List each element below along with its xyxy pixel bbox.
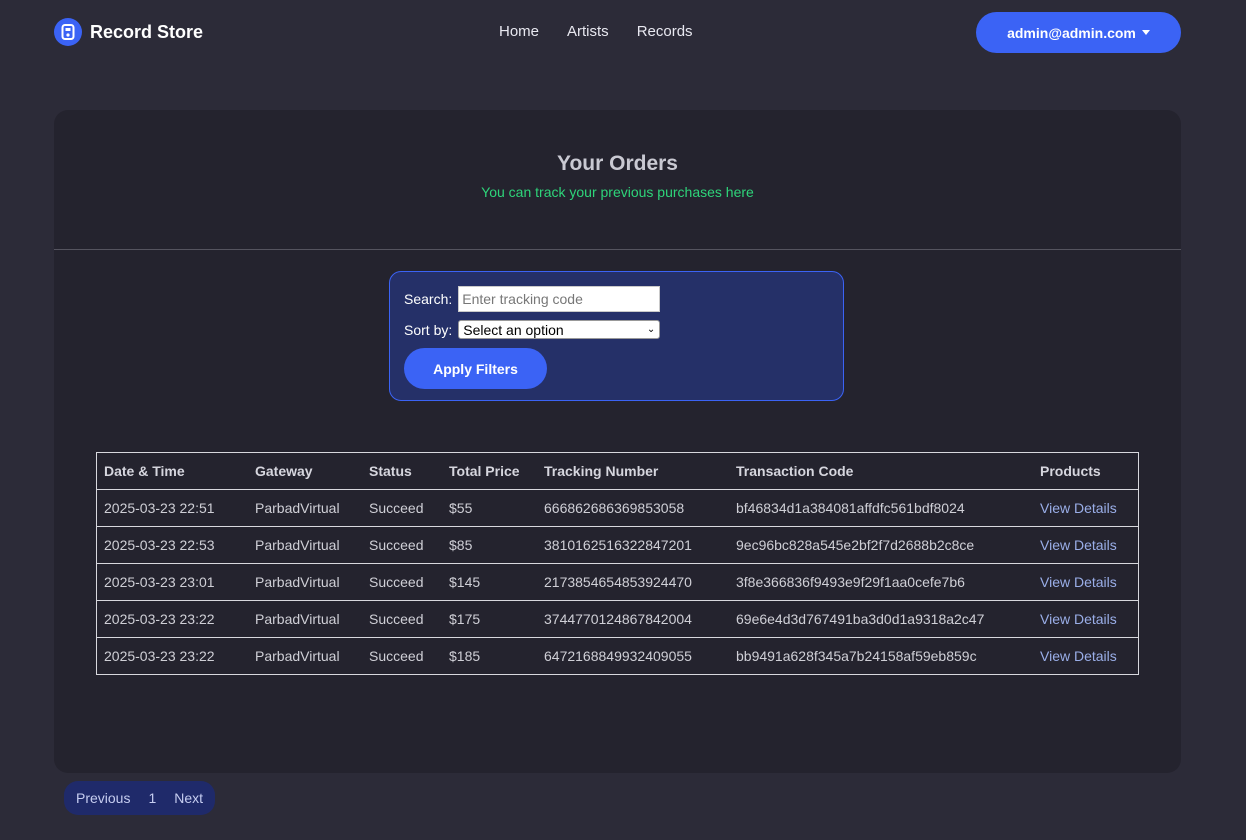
cell-date: 2025-03-23 22:51 <box>96 489 248 527</box>
user-menu-button[interactable]: admin@admin.com <box>976 12 1181 53</box>
nav-home[interactable]: Home <box>499 23 539 40</box>
table-row: 2025-03-23 22:51 ParbadVirtual Succeed $… <box>96 489 1139 527</box>
sort-row: Sort by: Select an option ⌄ <box>404 320 661 339</box>
nav-artists[interactable]: Artists <box>567 23 609 40</box>
sort-select[interactable]: Select an option ⌄ <box>458 320 661 339</box>
next-page-link[interactable]: Next <box>174 790 203 806</box>
apply-filters-button[interactable]: Apply Filters <box>404 348 547 389</box>
view-details-link[interactable]: View Details <box>1033 489 1139 527</box>
cell-status: Succeed <box>362 637 442 675</box>
cell-date: 2025-03-23 23:22 <box>96 637 248 675</box>
cell-price: $85 <box>442 526 537 564</box>
cell-tracking: 3810162516322847201 <box>537 526 729 564</box>
cell-transaction: 9ec96bc828a545e2bf2f7d2688b2c8ce <box>729 526 1033 564</box>
cell-status: Succeed <box>362 600 442 638</box>
cell-gateway: ParbadVirtual <box>248 489 362 527</box>
cell-tracking: 6472168849932409055 <box>537 637 729 675</box>
orders-table: Date & Time Gateway Status Total Price T… <box>96 452 1139 675</box>
cell-status: Succeed <box>362 563 442 601</box>
column-header[interactable]: Gateway <box>248 452 362 490</box>
column-header[interactable]: Date & Time <box>96 452 248 490</box>
cell-date: 2025-03-23 23:01 <box>96 563 248 601</box>
navbar: Record Store Home Artists Records admin@… <box>54 12 1181 53</box>
table-header-row: Date & Time Gateway Status Total Price T… <box>96 452 1139 490</box>
divider <box>54 249 1181 250</box>
cell-price: $145 <box>442 563 537 601</box>
column-header[interactable]: Tracking Number <box>537 452 729 490</box>
brand[interactable]: Record Store <box>54 18 203 46</box>
cell-tracking: 2173854654853924470 <box>537 563 729 601</box>
sort-label: Sort by: <box>404 321 453 338</box>
search-row: Search: <box>404 286 661 312</box>
table-row: 2025-03-23 23:22 ParbadVirtual Succeed $… <box>96 600 1139 638</box>
cell-status: Succeed <box>362 526 442 564</box>
chevron-down-icon: ⌄ <box>646 324 656 335</box>
view-details-link[interactable]: View Details <box>1033 637 1139 675</box>
cell-date: 2025-03-23 23:22 <box>96 600 248 638</box>
cell-tracking: 3744770124867842004 <box>537 600 729 638</box>
view-details-link[interactable]: View Details <box>1033 600 1139 638</box>
pagination: Previous 1 Next <box>64 781 216 815</box>
cell-price: $55 <box>442 489 537 527</box>
view-details-link[interactable]: View Details <box>1033 526 1139 564</box>
page-title: Your Orders <box>557 152 678 175</box>
cell-transaction: 3f8e366836f9493e9f29f1aa0cefe7b6 <box>729 563 1033 601</box>
nav-links: Home Artists Records <box>499 23 693 40</box>
table-row: 2025-03-23 23:01 ParbadVirtual Succeed $… <box>96 563 1139 601</box>
column-header[interactable]: Status <box>362 452 442 490</box>
cell-gateway: ParbadVirtual <box>248 563 362 601</box>
cell-transaction: 69e6e4d3d767491ba3d0d1a9318a2c47 <box>729 600 1033 638</box>
cell-status: Succeed <box>362 489 442 527</box>
column-header[interactable]: Transaction Code <box>729 452 1033 490</box>
caret-down-icon <box>1141 30 1150 35</box>
column-header[interactable]: Products <box>1033 452 1139 490</box>
record-store-icon <box>54 18 82 46</box>
table-row: 2025-03-23 23:22 ParbadVirtual Succeed $… <box>96 637 1139 675</box>
table-row: 2025-03-23 22:53 ParbadVirtual Succeed $… <box>96 526 1139 564</box>
nav-records[interactable]: Records <box>637 23 693 40</box>
search-input[interactable] <box>458 286 661 312</box>
cell-gateway: ParbadVirtual <box>248 600 362 638</box>
previous-page-link[interactable]: Previous <box>76 790 130 806</box>
cell-transaction: bf46834d1a384081affdfc561bdf8024 <box>729 489 1033 527</box>
cell-price: $175 <box>442 600 537 638</box>
cell-gateway: ParbadVirtual <box>248 526 362 564</box>
cell-date: 2025-03-23 22:53 <box>96 526 248 564</box>
orders-card: Your Orders You can track your previous … <box>54 110 1181 773</box>
sort-select-value: Select an option <box>463 321 564 338</box>
search-label: Search: <box>404 291 453 307</box>
user-email: admin@admin.com <box>1007 24 1136 41</box>
page-number-link[interactable]: 1 <box>148 790 156 806</box>
cell-tracking: 666862686369853058 <box>537 489 729 527</box>
column-header[interactable]: Total Price <box>442 452 537 490</box>
brand-name: Record Store <box>90 21 204 42</box>
cell-price: $185 <box>442 637 537 675</box>
cell-gateway: ParbadVirtual <box>248 637 362 675</box>
filter-panel: Search: Sort by: Select an option ⌄ Appl… <box>389 271 844 401</box>
cell-transaction: bb9491a628f345a7b24158af59eb859c <box>729 637 1033 675</box>
view-details-link[interactable]: View Details <box>1033 563 1139 601</box>
page-subtitle: You can track your previous purchases he… <box>481 184 754 200</box>
